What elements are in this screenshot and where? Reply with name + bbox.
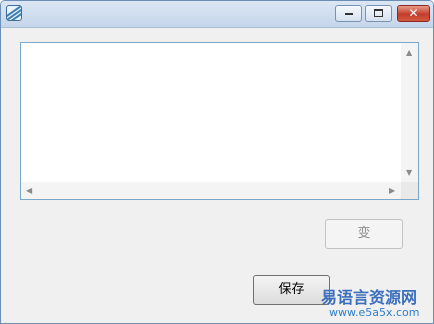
scroll-up-icon[interactable]: ▲ bbox=[406, 48, 412, 58]
title-bar[interactable]: ✕ bbox=[1, 1, 433, 28]
maximize-button[interactable] bbox=[365, 5, 392, 22]
watermark-url: www.e5a5x.com bbox=[329, 306, 420, 319]
scroll-left-icon[interactable]: ◀ bbox=[26, 186, 32, 196]
vertical-scrollbar[interactable]: ▲ ▼ bbox=[401, 43, 418, 182]
scroll-down-icon[interactable]: ▼ bbox=[406, 168, 412, 178]
change-button[interactable]: 变 bbox=[325, 219, 403, 249]
text-area[interactable]: ▲ ▼ ◀ ▶ bbox=[20, 42, 419, 200]
maximize-icon bbox=[374, 8, 383, 17]
app-window: ✕ ▲ ▼ ◀ ▶ 变 保存 易语言资源网 www.e5a5x.com bbox=[0, 0, 434, 324]
scroll-right-icon[interactable]: ▶ bbox=[389, 186, 395, 196]
close-icon: ✕ bbox=[408, 6, 419, 20]
close-button[interactable]: ✕ bbox=[397, 5, 430, 22]
minimize-icon bbox=[344, 13, 353, 15]
watermark: 易语言资源网 www.e5a5x.com bbox=[317, 284, 433, 323]
watermark-title: 易语言资源网 bbox=[321, 288, 418, 307]
horizontal-scrollbar[interactable]: ◀ ▶ bbox=[21, 182, 401, 199]
scrollbar-corner bbox=[401, 182, 418, 199]
minimize-button[interactable] bbox=[335, 5, 362, 22]
app-icon[interactable] bbox=[6, 5, 22, 21]
